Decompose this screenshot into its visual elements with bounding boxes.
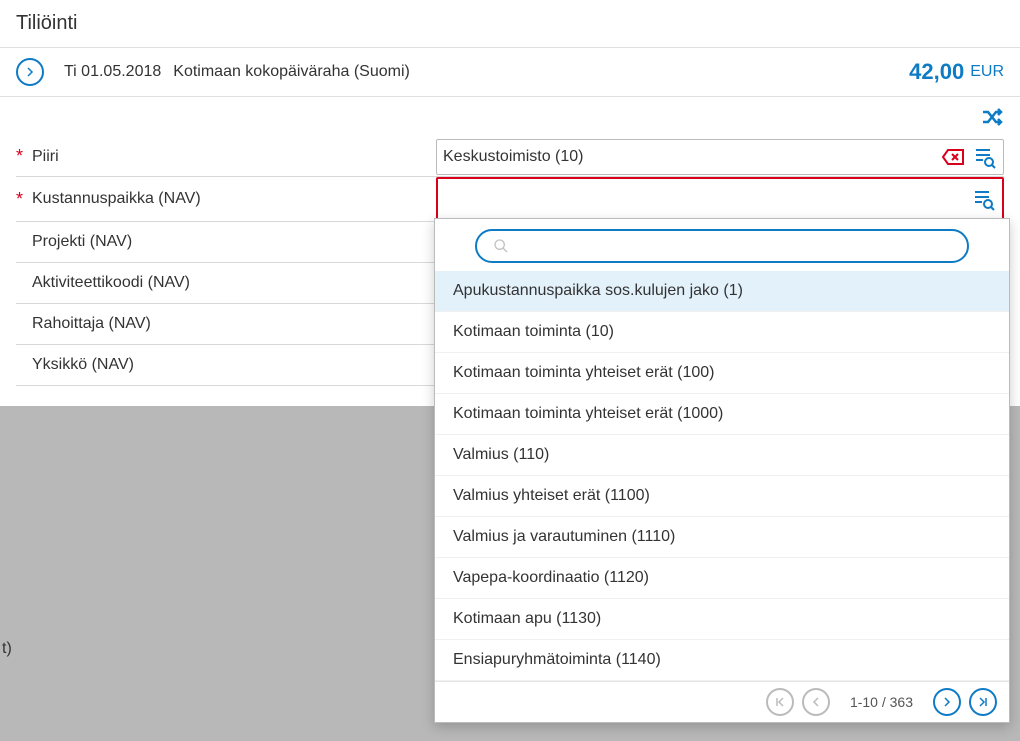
- list-search-icon: [973, 145, 997, 169]
- dropdown-list: Apukustannuspaikka sos.kulujen jako (1) …: [435, 271, 1009, 681]
- dropdown-item[interactable]: Kotimaan toiminta yhteiset erät (1000): [435, 394, 1009, 435]
- dropdown-item[interactable]: Valmius yhteiset erät (1100): [435, 476, 1009, 517]
- form-label: Piiri: [32, 148, 59, 166]
- piiri-value[interactable]: Keskustoimisto (10): [437, 144, 941, 170]
- lookup-button[interactable]: [972, 187, 996, 211]
- required-placeholder: [16, 232, 26, 253]
- summary-currency: EUR: [970, 63, 1004, 81]
- search-icon: [493, 238, 509, 254]
- summary-amount: 42,00: [909, 59, 964, 85]
- last-page-icon: [977, 696, 989, 708]
- form-label: Aktiviteettikoodi (NAV): [32, 274, 190, 292]
- dropdown-item[interactable]: Kotimaan apu (1130): [435, 599, 1009, 640]
- kustannuspaikka-input[interactable]: [438, 183, 972, 215]
- toolbar: [0, 97, 1020, 137]
- required-placeholder: [16, 273, 26, 294]
- chevron-right-icon: [24, 66, 36, 78]
- required-placeholder: [16, 314, 26, 335]
- shuffle-button[interactable]: [980, 105, 1004, 129]
- dropdown-item[interactable]: Valmius (110): [435, 435, 1009, 476]
- form-label-cell: * Piiri: [16, 138, 436, 175]
- form-label: Rahoittaja (NAV): [32, 315, 151, 333]
- partial-cutoff-text: t): [0, 640, 12, 658]
- pager-last-button[interactable]: [969, 688, 997, 716]
- dropdown-item[interactable]: Kotimaan toiminta yhteiset erät (100): [435, 353, 1009, 394]
- pager-prev-button[interactable]: [802, 688, 830, 716]
- page-title: Tiliöinti: [16, 12, 1004, 35]
- dropdown-item[interactable]: Apukustannuspaikka sos.kulujen jako (1): [435, 271, 1009, 312]
- summary-row: Ti 01.05.2018 Kotimaan kokopäiväraha (Su…: [0, 48, 1020, 97]
- form-label-cell: Yksikkö (NAV): [16, 347, 436, 384]
- form-label-cell: * Kustannuspaikka (NAV): [16, 181, 436, 218]
- pager-info: 1-10 / 363: [850, 694, 913, 710]
- pager-next-button[interactable]: [933, 688, 961, 716]
- form-row-kustannuspaikka: * Kustannuspaikka (NAV): [16, 177, 1004, 222]
- required-placeholder: [16, 355, 26, 376]
- dropdown-item[interactable]: Vapepa-koordinaatio (1120): [435, 558, 1009, 599]
- page-header: Tiliöinti: [0, 0, 1020, 48]
- dropdown-item[interactable]: Valmius ja varautuminen (1110): [435, 517, 1009, 558]
- dropdown-search-input[interactable]: [519, 238, 951, 255]
- pager-first-button[interactable]: [766, 688, 794, 716]
- form-label-cell: Projekti (NAV): [16, 224, 436, 261]
- value-actions: [941, 145, 1003, 169]
- first-page-icon: [774, 696, 786, 708]
- chevron-left-icon: [810, 696, 822, 708]
- form-value-cell: [436, 177, 1004, 221]
- dropdown-search-wrap: [475, 229, 969, 263]
- dropdown-pager: 1-10 / 363: [435, 681, 1009, 722]
- shuffle-icon: [980, 105, 1004, 129]
- form-value-cell: Keskustoimisto (10): [436, 139, 1004, 175]
- form-label-cell: Aktiviteettikoodi (NAV): [16, 265, 436, 302]
- dropdown-search-row: [435, 219, 1009, 271]
- form-label-cell: Rahoittaja (NAV): [16, 306, 436, 343]
- form-row-piiri: * Piiri Keskustoimisto (10): [16, 137, 1004, 177]
- required-asterisk: *: [16, 189, 26, 210]
- required-asterisk: *: [16, 146, 26, 167]
- form-label: Kustannuspaikka (NAV): [32, 190, 201, 208]
- dropdown-item[interactable]: Kotimaan toiminta (10): [435, 312, 1009, 353]
- list-search-icon: [972, 187, 996, 211]
- value-actions: [972, 187, 1002, 211]
- summary-description: Kotimaan kokopäiväraha (Suomi): [173, 63, 909, 81]
- chevron-right-icon: [941, 696, 953, 708]
- summary-date: Ti 01.05.2018: [64, 63, 161, 81]
- backspace-x-icon: [941, 145, 965, 169]
- form-label: Projekti (NAV): [32, 233, 132, 251]
- form-label: Yksikkö (NAV): [32, 356, 134, 374]
- dropdown-item[interactable]: Ensiapuryhmätoiminta (1140): [435, 640, 1009, 681]
- dropdown-panel: Apukustannuspaikka sos.kulujen jako (1) …: [434, 218, 1010, 723]
- clear-button[interactable]: [941, 145, 965, 169]
- lookup-button[interactable]: [973, 145, 997, 169]
- expand-toggle-button[interactable]: [16, 58, 44, 86]
